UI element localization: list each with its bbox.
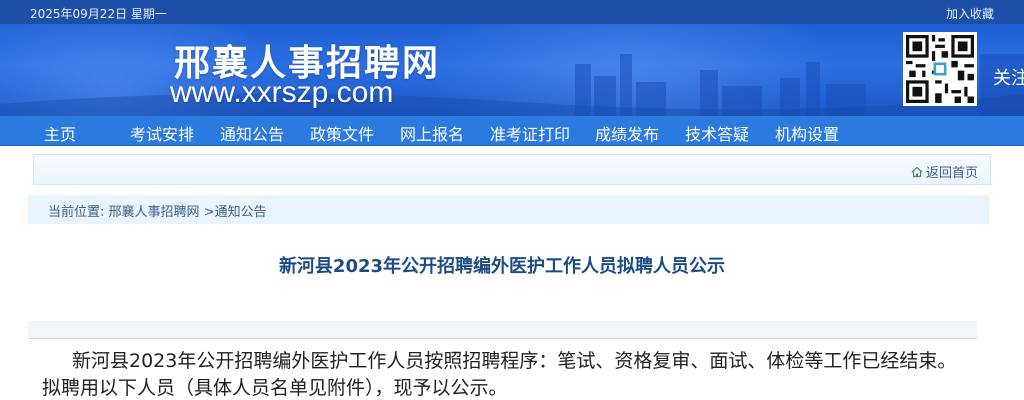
article-paragraph: 新河县2023年公开招聘编外医护工作人员按照招聘程序：笔试、资格复审、面试、体检… — [42, 350, 957, 399]
breadcrumb-current-link[interactable]: 通知公告 — [215, 205, 267, 220]
current-date: 2025年09月22日 星期一 — [30, 7, 167, 21]
nav-item-scores[interactable]: 成绩发布 — [595, 121, 659, 145]
nav-item-notices[interactable]: 通知公告 — [220, 121, 284, 145]
breadcrumb-home-link[interactable]: 邢襄人事招聘网 — [109, 205, 200, 220]
article-title: 新河县2023年公开招聘编外医护工作人员拟聘人员公示 — [278, 256, 726, 277]
follow-label: 关注 — [993, 68, 1024, 89]
qr-code-icon — [903, 32, 977, 106]
home-icon — [911, 166, 923, 178]
title-divider — [28, 321, 977, 339]
back-home-link[interactable]: 返回首页 — [911, 162, 978, 181]
breadcrumb-prefix: 当前位置: — [48, 205, 105, 220]
main-nav: 主页 考试安排 通知公告 政策文件 网上报名 准考证打印 成绩发布 技术答疑 机… — [0, 116, 1024, 146]
breadcrumb: 当前位置: 邢襄人事招聘网 >通知公告 — [28, 195, 989, 224]
breadcrumb-separator: > — [203, 205, 215, 220]
back-home-label: 返回首页 — [925, 166, 978, 181]
nav-item-organization[interactable]: 机构设置 — [775, 121, 839, 145]
nav-item-policies[interactable]: 政策文件 — [310, 121, 374, 145]
nav-item-admission-ticket[interactable]: 准考证打印 — [490, 121, 570, 145]
top-bar: 2025年09月22日 星期一 加入收藏 — [0, 0, 1024, 24]
nav-item-home[interactable]: 主页 — [44, 121, 76, 145]
site-banner: 邢襄人事招聘网 www.xxrszp.com 关注 — [0, 24, 1024, 116]
site-url: www.xxrszp.com — [170, 76, 394, 109]
nav-item-exam-schedule[interactable]: 考试安排 — [130, 121, 194, 145]
add-favorite-link[interactable]: 加入收藏 — [946, 5, 994, 22]
nav-item-online-registration[interactable]: 网上报名 — [400, 121, 464, 145]
city-skyline-graphic — [0, 54, 1024, 116]
back-home-bar: 返回首页 — [33, 154, 991, 185]
nav-item-tech-support[interactable]: 技术答疑 — [685, 121, 749, 145]
